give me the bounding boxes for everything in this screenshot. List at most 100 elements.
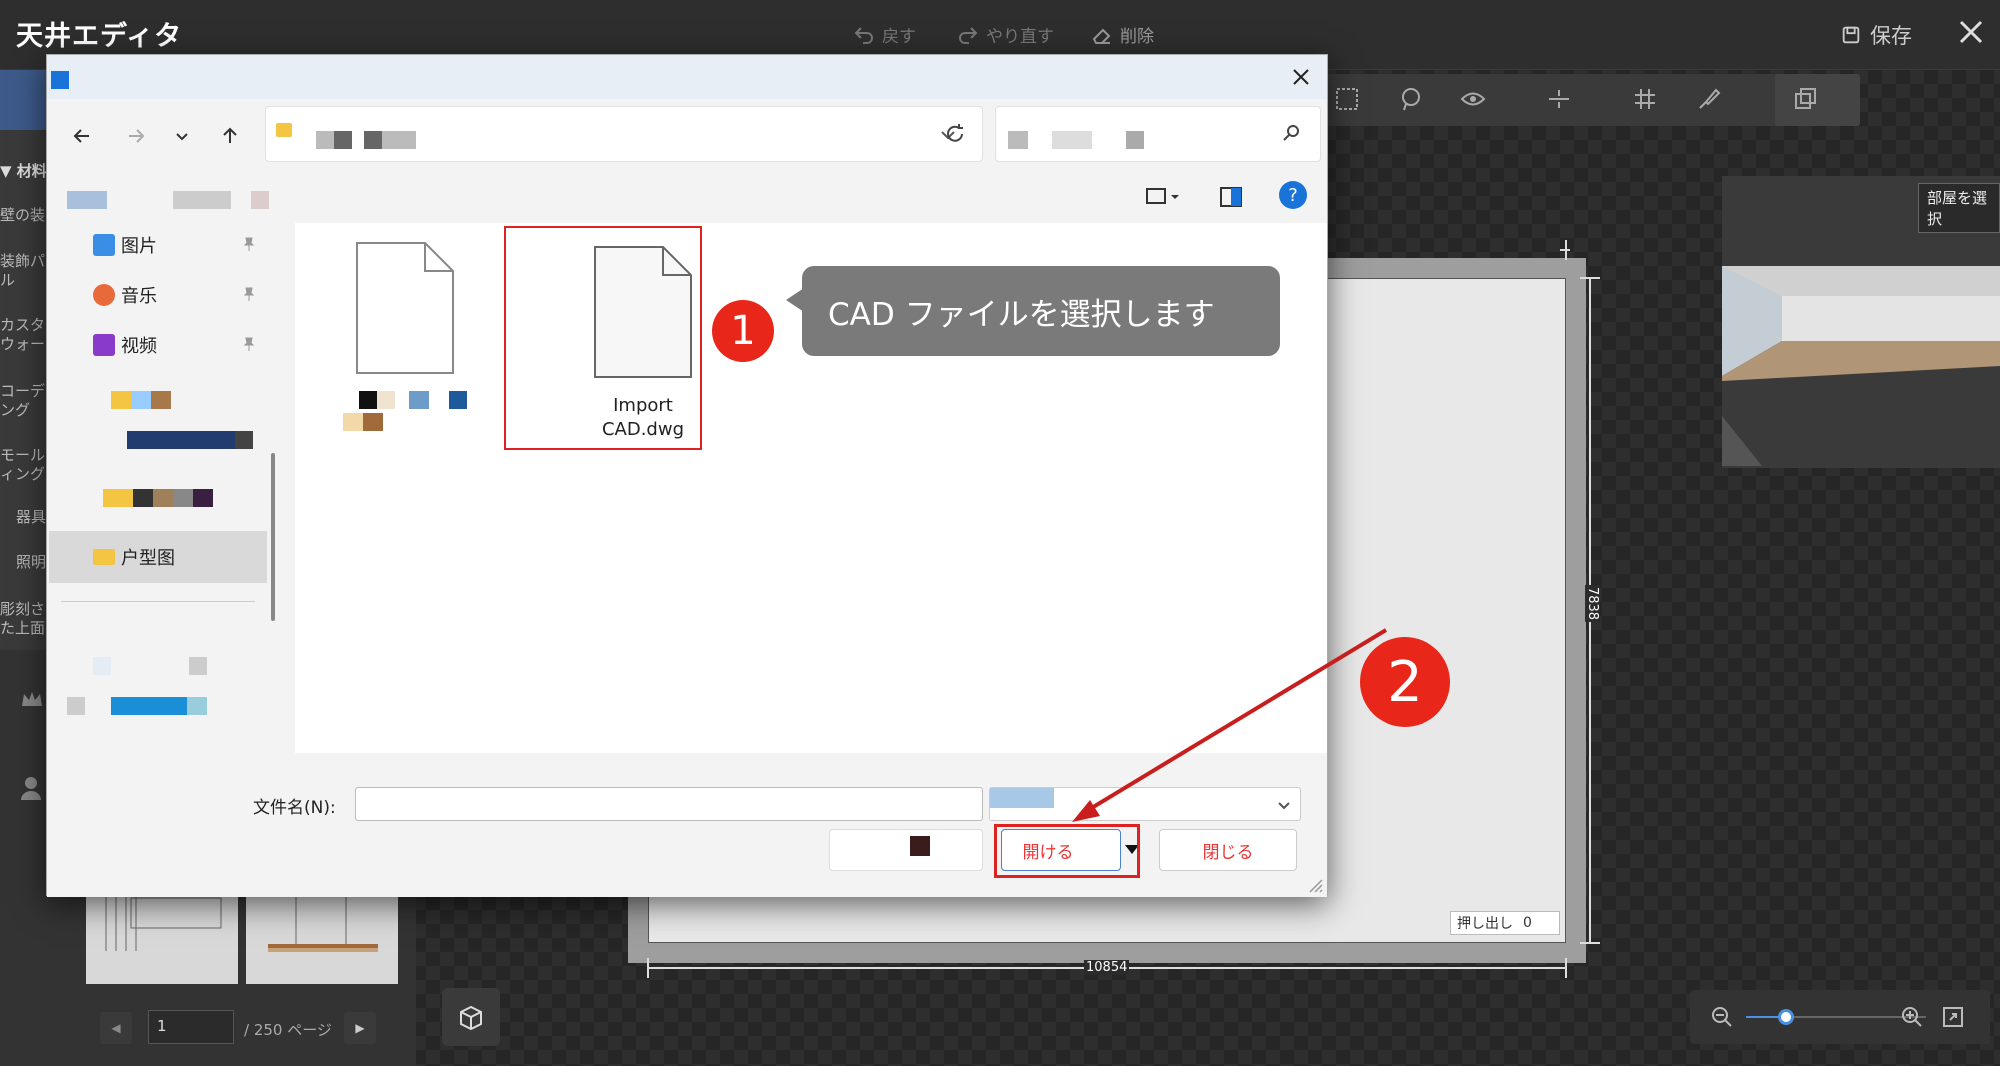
nav-divider [61,601,255,602]
callout-bubble: CAD ファイルを選択します [802,266,1280,356]
page-total: / 250 ページ [244,1021,332,1039]
extrude-value[interactable]: 0 [1523,915,1532,931]
align-icon[interactable] [1546,86,1572,112]
pendant-light-thumbnail [105,896,222,951]
dialog-titlebar [47,55,1327,99]
linear-light-thumbnail [268,896,378,952]
panel-item-wall[interactable]: 壁の装 [0,206,45,225]
close-icon[interactable] [1955,16,1987,48]
width-dimension: 10854 [1084,960,1130,975]
zoom-out-icon[interactable] [1710,1005,1734,1029]
dialog-close-icon[interactable] [1287,63,1315,91]
prev-page-button[interactable]: ◀ [100,1012,132,1044]
preview-pane-icon[interactable] [1219,185,1243,209]
step-1-badge: 1 [712,300,774,362]
eraser-icon [1092,28,1111,44]
file-item-redacted[interactable] [315,241,495,431]
paint-brush-icon[interactable] [1696,86,1722,112]
chevron-down-icon [1278,802,1290,810]
user-icon[interactable] [20,776,42,800]
panel-item-lighting[interactable]: 照明 [16,553,46,572]
undo-label: 戻す [882,27,916,47]
panel-item-coating[interactable]: コーデ ング [0,382,45,420]
fit-view-icon[interactable] [1942,1006,1964,1028]
search-icon [1283,125,1299,141]
filename-label: 文件名(N): [253,798,336,818]
redo-label: やり直す [986,27,1054,47]
nav-item-floorplan[interactable]: 户型图 [49,531,267,583]
pictures-icon [93,234,115,256]
redo-icon [959,26,978,44]
dialog-command-bar [47,175,1327,223]
nav-scrollbar[interactable] [269,223,279,753]
nav-label: 户型图 [121,548,175,569]
extrude-field[interactable]: 押し出し 0 [1450,911,1560,935]
address-bar[interactable] [265,106,983,162]
layers-icon[interactable] [1792,86,1818,112]
select-area-icon[interactable] [1334,86,1360,112]
highlight-open-button [994,824,1140,878]
undo-button[interactable]: 戻す [852,22,916,47]
highlight-file-box [504,226,702,450]
extrude-label: 押し出し [1457,916,1513,932]
cancel-button[interactable]: 閉じる [1159,829,1297,871]
next-page-button[interactable]: ▶ [344,1012,376,1044]
search-input[interactable] [995,106,1321,162]
material-thumbnail[interactable] [86,896,238,984]
step-2-badge: 2 [1360,637,1450,727]
folder-icon [93,549,115,565]
panel-item-fixture[interactable]: 器具 [16,508,46,527]
delete-button[interactable]: 削除 [1090,22,1154,47]
folder-icon [276,123,292,137]
material-thumbnail[interactable] [246,896,398,984]
panel-item-custom[interactable]: カスタ ウォー [0,316,45,354]
lasso-icon[interactable] [1398,86,1424,112]
back-icon[interactable] [69,123,95,149]
panel-item-deco[interactable]: 装飾パ ル [0,252,45,290]
file-open-dialog: ? 图片 音乐 视频 户型图 Import CAD.dwg 文件名(N): 開け… [46,54,1328,897]
pin-icon [243,337,255,351]
app-title: 天井エディタ [16,21,183,52]
video-icon [93,334,115,356]
zoom-slider-handle[interactable] [1778,1009,1794,1025]
resize-grip-icon[interactable] [1309,879,1323,893]
select-room-button[interactable]: 部屋を選択 [1918,183,2000,233]
view-mode-icon[interactable] [1145,185,1181,209]
forward-icon[interactable] [123,123,149,149]
materials-section-header[interactable]: ▼ 材料 [0,162,47,181]
nav-scrollbar-thumb[interactable] [271,453,275,621]
3d-view-button[interactable] [442,988,500,1046]
page-number-input[interactable]: 1 [148,1010,234,1044]
tools-button[interactable] [829,829,983,871]
zoom-in-icon[interactable] [1900,1005,1924,1029]
pin-icon [243,287,255,301]
eye-icon[interactable] [1460,86,1486,112]
save-icon [1842,26,1860,44]
nav-item-pictures[interactable]: 图片 [93,225,263,265]
music-icon [93,284,115,306]
nav-label: 视频 [121,336,157,357]
nav-item-video[interactable]: 视频 [93,325,263,365]
nav-item-music[interactable]: 音乐 [93,275,263,315]
document-icon [356,242,454,374]
grid-icon[interactable] [1632,86,1658,112]
crown-icon[interactable] [20,690,44,710]
nav-label: 图片 [121,236,157,257]
refresh-icon[interactable] [943,122,967,146]
filename-input[interactable] [355,787,983,821]
cube-icon [460,1005,482,1031]
pin-icon [243,237,255,251]
file-type-select[interactable] [989,787,1301,821]
help-icon[interactable]: ? [1279,181,1307,209]
nav-label: 音乐 [121,286,157,307]
undo-icon [854,26,873,44]
panel-item-carved[interactable]: 彫刻さ た上面 [0,600,45,638]
recent-dropdown-icon[interactable] [169,123,195,149]
up-folder-icon[interactable] [217,123,243,149]
redo-button[interactable]: やり直す [956,22,1054,47]
delete-label: 削除 [1120,27,1154,47]
save-label: 保存 [1870,24,1912,48]
save-button[interactable]: 保存 [1840,20,1912,50]
panel-item-molding[interactable]: モール ィング [0,446,45,484]
height-dimension: 7838 [1585,584,1601,623]
